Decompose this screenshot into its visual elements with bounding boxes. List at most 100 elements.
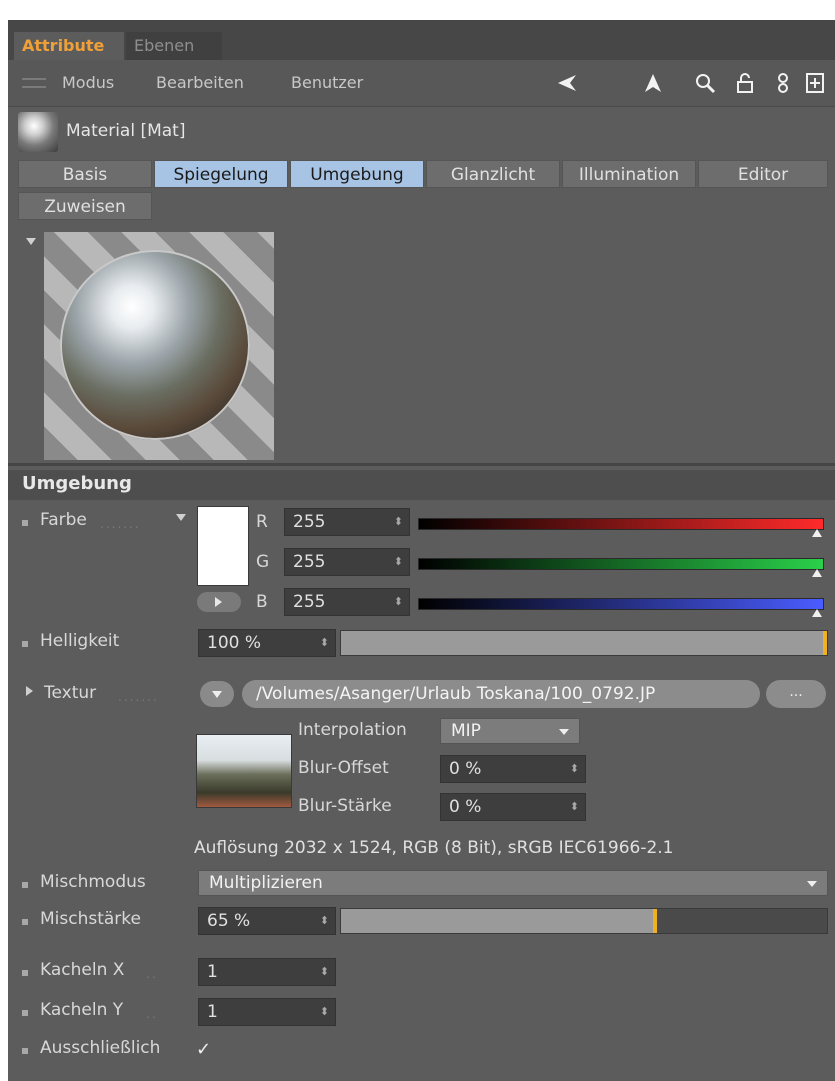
interpolation-dropdown[interactable]: MIP [440, 718, 580, 744]
kacheln-x-label: Kacheln X [40, 960, 125, 980]
texture-thumbnail [196, 734, 292, 808]
material-title: Material [Mat] [66, 121, 186, 141]
kacheln-y-value: 1 [207, 1002, 218, 1022]
b-slider-marker-icon[interactable] [812, 609, 822, 617]
r-value-field[interactable]: 255 ⬍ [284, 508, 410, 536]
color-picker-button[interactable] [197, 592, 241, 612]
color-swatch[interactable] [197, 506, 249, 586]
kacheln-x-value: 1 [207, 962, 218, 982]
ausschliesslich-bullet-icon[interactable] [22, 1048, 28, 1054]
tab-spiegelung[interactable]: Spiegelung [154, 160, 288, 188]
textur-expand-arrow-icon[interactable] [26, 686, 33, 696]
tab-umgebung[interactable]: Umgebung [290, 160, 424, 188]
mischstaerke-slider-knob[interactable] [653, 909, 657, 933]
mischmodus-bullet-icon[interactable] [22, 882, 28, 888]
chevron-down-icon [807, 881, 817, 887]
pointer-up-icon[interactable] [642, 72, 664, 94]
grip-handle-icon[interactable] [22, 78, 46, 88]
section-header: Umgebung [8, 470, 835, 500]
ausschliesslich-checkbox[interactable]: ✓ [196, 1040, 216, 1060]
material-preview[interactable] [44, 232, 274, 460]
mischstaerke-bullet-icon[interactable] [22, 919, 28, 925]
mischstaerke-slider-fill [341, 909, 657, 933]
stepper-icon[interactable]: ⬍ [394, 549, 403, 575]
g-gradient-slider[interactable] [418, 558, 824, 570]
divider [8, 463, 835, 466]
label-dots: .. [146, 967, 158, 981]
stepper-icon[interactable]: ⬍ [394, 589, 403, 615]
new-window-icon[interactable] [804, 72, 826, 94]
kacheln-y-bullet-icon[interactable] [22, 1010, 28, 1016]
tab-editor[interactable]: Editor [698, 160, 828, 188]
r-slider-marker-icon[interactable] [812, 529, 822, 537]
color-mode-arrow-icon[interactable] [176, 514, 186, 521]
r-label: R [256, 512, 268, 532]
tab-basis[interactable]: Basis [18, 160, 152, 188]
helligkeit-label: Helligkeit [40, 631, 120, 651]
farbe-bullet-icon[interactable] [22, 520, 28, 526]
manager-tab-strip: Attribute Ebenen [8, 20, 835, 60]
helligkeit-slider-fill [341, 631, 827, 655]
tab-ebenen[interactable]: Ebenen [126, 32, 222, 60]
lock-icon[interactable] [734, 72, 756, 94]
blur-staerke-field[interactable]: 0 % ⬍ [440, 793, 586, 821]
r-gradient-slider[interactable] [418, 518, 824, 530]
stepper-icon[interactable]: ⬍ [570, 756, 579, 782]
kacheln-y-field[interactable]: 1 ⬍ [198, 998, 336, 1026]
tab-illumination[interactable]: Illumination [562, 160, 696, 188]
menu-bearbeiten[interactable]: Bearbeiten [156, 73, 244, 92]
section-title: Umgebung [22, 473, 132, 494]
stepper-icon[interactable]: ⬍ [394, 509, 403, 535]
texture-options-button[interactable] [200, 681, 234, 707]
menu-benutzer[interactable]: Benutzer [291, 73, 363, 92]
ausschliesslich-label: Ausschließlich [40, 1038, 161, 1058]
mischstaerke-slider[interactable] [340, 908, 828, 934]
kacheln-y-label: Kacheln Y [40, 1000, 124, 1020]
play-icon [215, 597, 222, 607]
chevron-down-icon [212, 691, 222, 698]
interpolation-label: Interpolation [298, 720, 407, 740]
back-arrow-icon[interactable] [556, 72, 578, 94]
stepper-icon[interactable]: ⬍ [320, 959, 329, 985]
preview-collapse-arrow-icon[interactable] [26, 238, 36, 245]
helligkeit-bullet-icon[interactable] [22, 641, 28, 647]
g-value: 255 [293, 552, 326, 572]
g-slider-marker-icon[interactable] [812, 569, 822, 577]
g-label: G [256, 552, 270, 572]
farbe-label: Farbe [40, 510, 87, 530]
stepper-icon[interactable]: ⬍ [320, 999, 329, 1025]
texture-path-button[interactable]: /Volumes/Asanger/Urlaub Toskana/100_0792… [242, 680, 760, 708]
texture-info-text: Auflösung 2032 x 1524, RGB (8 Bit), sRGB… [194, 838, 674, 858]
search-icon[interactable] [694, 72, 716, 94]
b-gradient-slider[interactable] [418, 598, 824, 610]
tab-glanzlicht[interactable]: Glanzlicht [426, 160, 560, 188]
b-label: B [256, 592, 268, 612]
chrome-sphere-preview [60, 250, 250, 440]
mischmodus-label: Mischmodus [40, 872, 146, 892]
kacheln-x-field[interactable]: 1 ⬍ [198, 958, 336, 986]
chevron-down-icon [559, 729, 569, 735]
stepper-icon[interactable]: ⬍ [320, 630, 329, 656]
blur-offset-value: 0 % [449, 759, 482, 779]
blur-offset-field[interactable]: 0 % ⬍ [440, 755, 586, 783]
kacheln-x-bullet-icon[interactable] [22, 970, 28, 976]
tab-zuweisen[interactable]: Zuweisen [18, 192, 152, 220]
b-value: 255 [293, 592, 326, 612]
mischstaerke-field[interactable]: 65 % ⬍ [198, 907, 336, 935]
link-icon[interactable] [772, 72, 794, 94]
tab-attribute[interactable]: Attribute [14, 32, 124, 60]
b-value-field[interactable]: 255 ⬍ [284, 588, 410, 616]
stepper-icon[interactable]: ⬍ [320, 908, 329, 934]
helligkeit-slider-knob[interactable] [823, 631, 827, 655]
label-dots: ....... [118, 690, 159, 704]
menu-modus[interactable]: Modus [62, 73, 114, 92]
menu-bar: Modus Bearbeiten Benutzer [8, 60, 835, 107]
label-dots: .. [146, 1007, 158, 1021]
g-value-field[interactable]: 255 ⬍ [284, 548, 410, 576]
helligkeit-slider[interactable] [340, 630, 828, 656]
browse-button[interactable]: ... [766, 680, 826, 708]
stepper-icon[interactable]: ⬍ [570, 794, 579, 820]
helligkeit-field[interactable]: 100 % ⬍ [198, 629, 336, 657]
blur-offset-label: Blur-Offset [298, 758, 389, 778]
mischmodus-dropdown[interactable]: Multiplizieren [198, 870, 828, 896]
